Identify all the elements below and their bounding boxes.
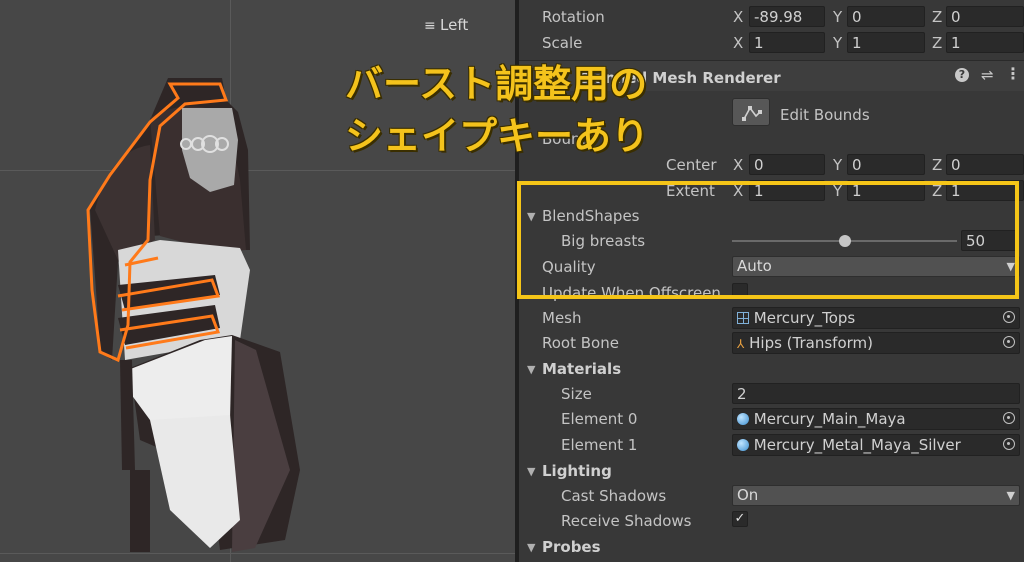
axis-z-label: Z (932, 8, 943, 26)
lighting-foldout-icon[interactable]: ▼ (527, 465, 535, 478)
root-bone-value: Hips (Transform) (749, 334, 873, 352)
scale-label: Scale (542, 34, 583, 52)
cast-shadows-dropdown[interactable]: On ▼ (732, 485, 1020, 506)
object-picker-icon[interactable] (1003, 438, 1015, 450)
axis-z-label: Z (932, 34, 943, 52)
mesh-field[interactable]: Mercury_Tops (732, 307, 1020, 329)
scale-x-field[interactable]: 1 (749, 32, 825, 53)
materials-size-label: Size (561, 385, 592, 403)
center-label: Center (666, 156, 717, 174)
material-element-label: Element 0 (561, 410, 638, 428)
center-y-field[interactable]: 0 (847, 154, 925, 175)
chevron-down-icon: ▼ (1006, 489, 1015, 502)
material-icon (737, 413, 749, 425)
cast-shadows-label: Cast Shadows (561, 487, 667, 505)
material-element-field[interactable]: Mercury_Metal_Maya_Silver (732, 434, 1020, 456)
lighting-label[interactable]: Lighting (542, 462, 612, 480)
mesh-icon (737, 312, 749, 324)
cast-shadows-value: On (737, 486, 759, 504)
annotation-line-2: シェイプキーあり (345, 114, 650, 158)
menu-icon: ≡ (424, 18, 436, 34)
edit-bounds-icon (742, 106, 762, 121)
receive-shadows-checkbox[interactable]: ✓ (732, 511, 748, 527)
axis-x-label: X (733, 34, 744, 52)
scale-y-field[interactable]: 1 (847, 32, 925, 53)
help-icon[interactable]: ? (955, 68, 969, 82)
probes-foldout-icon[interactable]: ▼ (527, 541, 535, 554)
root-bone-label: Root Bone (542, 334, 619, 352)
rotation-y-field[interactable]: 0 (847, 6, 925, 27)
material-element-field[interactable]: Mercury_Main_Maya (732, 408, 1020, 430)
root-bone-field[interactable]: ⅄ Hips (Transform) (732, 332, 1020, 354)
annotation-line-1: バースト調整用の (345, 62, 648, 106)
probes-label[interactable]: Probes (542, 538, 601, 556)
materials-size-field[interactable]: 2 (732, 383, 1020, 404)
scene-orientation-label[interactable]: ≡ Left (424, 16, 468, 34)
materials-foldout-icon[interactable]: ▼ (527, 363, 535, 376)
material-element-label: Element 1 (561, 436, 638, 454)
material-value: Mercury_Main_Maya (753, 410, 906, 428)
rotation-label: Rotation (542, 8, 605, 26)
edit-bounds-button[interactable] (732, 98, 770, 126)
more-options-icon[interactable]: ⋮ (1005, 64, 1021, 83)
materials-label[interactable]: Materials (542, 360, 621, 378)
axis-y-label: Y (833, 156, 843, 174)
object-picker-icon[interactable] (1003, 311, 1015, 323)
checkmark-icon: ✓ (734, 511, 746, 526)
axis-x-label: X (733, 156, 744, 174)
mesh-label: Mesh (542, 309, 582, 327)
rotation-x-field[interactable]: -89.98 (749, 6, 825, 27)
edit-bounds-label: Edit Bounds (780, 106, 870, 124)
axis-y-label: Y (833, 34, 843, 52)
preset-icon[interactable]: ⇌ (981, 66, 994, 84)
object-picker-icon[interactable] (1003, 412, 1015, 424)
object-picker-icon[interactable] (1003, 336, 1015, 348)
transform-icon: ⅄ (737, 337, 745, 351)
center-z-field[interactable]: 0 (946, 154, 1024, 175)
view-label-text: Left (440, 16, 469, 34)
receive-shadows-label: Receive Shadows (561, 512, 692, 530)
axis-y-label: Y (833, 8, 843, 26)
axis-z-label: Z (932, 156, 943, 174)
axis-x-label: X (733, 8, 744, 26)
material-value: Mercury_Metal_Maya_Silver (753, 436, 961, 454)
rotation-z-field[interactable]: 0 (946, 6, 1024, 27)
annotation-text: バースト調整用の シェイプキーあり (345, 58, 649, 162)
center-x-field[interactable]: 0 (749, 154, 825, 175)
material-icon (737, 439, 749, 451)
highlight-box (517, 181, 1019, 299)
mesh-value: Mercury_Tops (753, 309, 856, 327)
scale-z-field[interactable]: 1 (946, 32, 1024, 53)
